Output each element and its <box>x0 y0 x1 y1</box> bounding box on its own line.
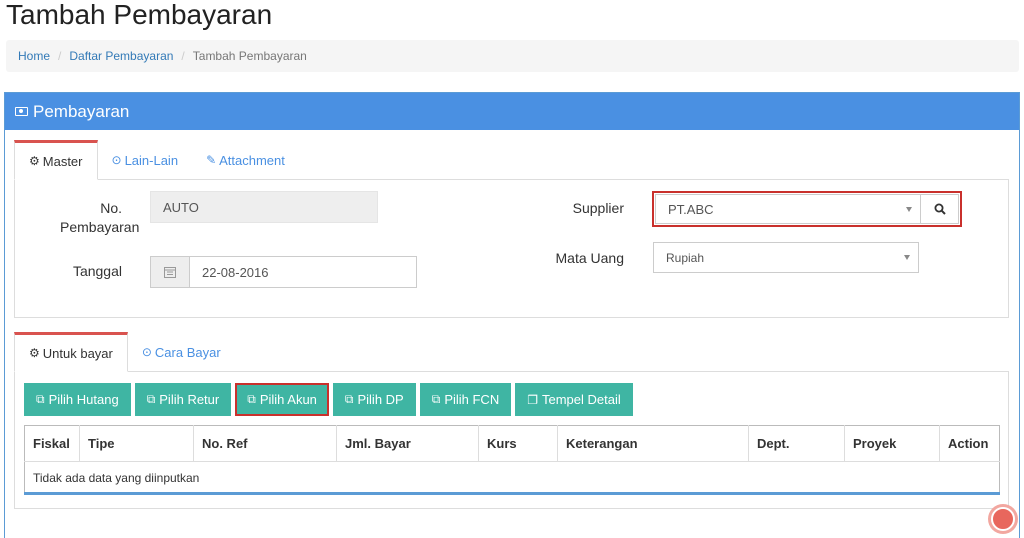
pilih-retur-button[interactable]: ⧉ Pilih Retur <box>134 383 232 416</box>
table-row: Tidak ada data yang diinputkan <box>25 462 1000 494</box>
column-header[interactable]: Proyek <box>844 425 940 462</box>
tab-untuk-bayar[interactable]: ⚙ Untuk bayar <box>14 332 128 372</box>
tanggal-input[interactable]: 22-08-2016 <box>189 256 417 288</box>
pilih-fcn-button[interactable]: ⧉ Pilih FCN <box>419 383 512 416</box>
paste-icon: ❐ <box>527 392 538 407</box>
calendar-icon[interactable] <box>150 256 190 288</box>
column-header[interactable]: Jml. Bayar <box>336 425 479 462</box>
supplier-select[interactable]: PT.ABC <box>655 194 921 224</box>
panel-heading: Pembayaran <box>5 93 1019 130</box>
chevron-down-icon <box>906 207 912 212</box>
breadcrumb-home[interactable]: Home <box>18 49 50 63</box>
table-bottom-border <box>24 492 1000 495</box>
tab-label: Cara Bayar <box>154 344 221 360</box>
copy-icon: ⧉ <box>431 392 441 406</box>
tab-cara-bayar[interactable]: ⊙ Cara Bayar <box>128 332 235 372</box>
copy-icon: ⧉ <box>36 392 45 406</box>
page-title: Tambah Pembayaran <box>6 0 273 30</box>
column-header[interactable]: Tipe <box>79 425 194 462</box>
empty-table-message: Tidak ada data yang diinputkan <box>33 470 200 485</box>
breadcrumb: Home / Daftar Pembayaran / Tambah Pembay… <box>6 40 1019 72</box>
tab-label: Lain-Lain <box>124 152 179 168</box>
chevron-down-icon <box>904 255 910 260</box>
button-label: Pilih Akun <box>259 392 317 407</box>
mata-uang-label: Mata Uang <box>555 250 624 266</box>
cogs-icon: ⚙ <box>29 346 40 360</box>
breadcrumb-list[interactable]: Daftar Pembayaran <box>69 49 173 63</box>
currency-value: Rupiah <box>666 250 705 265</box>
column-header[interactable]: Kurs <box>478 425 558 462</box>
breadcrumb-separator: / <box>181 49 185 63</box>
check-circle-icon: ⊙ <box>141 345 152 359</box>
button-label: Pilih Retur <box>159 392 220 407</box>
copy-icon: ⧉ <box>247 392 256 406</box>
money-icon <box>15 107 28 116</box>
detail-table: Fiskal Tipe No. Ref Jml. Bayar Kurs Kete… <box>24 425 1000 494</box>
tempel-detail-button[interactable]: ❐ Tempel Detail <box>515 383 633 416</box>
mata-uang-select[interactable]: Rupiah <box>653 242 919 273</box>
pilih-hutang-button[interactable]: ⧉ Pilih Hutang <box>24 383 131 416</box>
panel-title: Pembayaran <box>33 101 130 121</box>
pilih-akun-button[interactable]: ⧉ Pilih Akun <box>235 383 329 416</box>
paperclip-icon: ✎ <box>206 153 217 167</box>
column-header[interactable]: Keterangan <box>557 425 749 462</box>
column-header[interactable]: Fiskal <box>24 425 80 462</box>
column-header: Action <box>939 425 1000 462</box>
supplier-label: Supplier <box>572 200 624 216</box>
notification-icon[interactable] <box>988 504 1018 534</box>
table-header-row: Fiskal Tipe No. Ref Jml. Bayar Kurs Kete… <box>24 425 1000 462</box>
button-label: Pilih Hutang <box>48 392 119 407</box>
tab-master[interactable]: ⚙ Master <box>14 140 98 180</box>
check-circle-icon: ⊙ <box>111 153 122 167</box>
label-line: No. <box>100 200 122 216</box>
column-header[interactable]: No. Ref <box>193 425 337 462</box>
button-label: Pilih FCN <box>444 392 500 407</box>
search-icon <box>934 203 946 215</box>
button-label: Tempel Detail <box>541 392 621 407</box>
label-line: Pembayaran <box>60 219 140 235</box>
copy-icon: ⧉ <box>344 392 354 406</box>
tab-label: Attachment <box>219 152 285 168</box>
no-pembayaran-field: AUTO <box>150 191 378 223</box>
cogs-icon: ⚙ <box>29 154 40 168</box>
tab-label: Untuk bayar <box>42 345 113 361</box>
action-buttons: ⧉ Pilih Hutang ⧉ Pilih Retur ⧉ Pilih Aku… <box>24 383 633 416</box>
breadcrumb-current: Tambah Pembayaran <box>192 49 307 63</box>
column-header[interactable]: Dept. <box>748 425 845 462</box>
tanggal-label: Tanggal <box>72 263 122 279</box>
master-tabs: ⚙ Master ⊙ Lain-Lain ✎ Attachment <box>14 140 299 180</box>
no-pembayaran-label: No. Pembayaran <box>60 199 139 237</box>
pilih-dp-button[interactable]: ⧉ Pilih DP <box>332 383 416 416</box>
tab-label: Master <box>42 153 83 169</box>
supplier-search-button[interactable] <box>920 194 959 224</box>
tab-lain-lain[interactable]: ⊙ Lain-Lain <box>98 140 193 180</box>
copy-icon: ⧉ <box>146 392 156 406</box>
detail-tabs: ⚙ Untuk bayar ⊙ Cara Bayar <box>14 332 235 372</box>
tab-attachment[interactable]: ✎ Attachment <box>192 140 299 180</box>
button-label: Pilih DP <box>357 392 404 407</box>
breadcrumb-separator: / <box>58 49 62 63</box>
supplier-value: PT.ABC <box>668 201 714 217</box>
